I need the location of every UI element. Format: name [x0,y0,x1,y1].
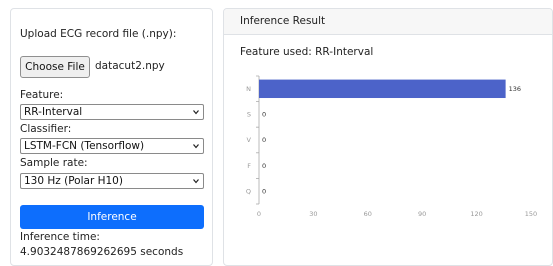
feature-label: Feature: [20,89,64,101]
sample-rate-label: Sample rate: [20,157,88,169]
sample-rate-select-value: 130 Hz (Polar H10) [24,175,123,187]
feature-select-value: RR-Interval [24,106,83,118]
chevron-down-icon [193,110,199,115]
result-panel: Inference Result Feature used: RR-Interv… [223,8,553,266]
chevron-down-icon [193,179,199,184]
x-tick-label: 60 [364,210,372,218]
classifier-label: Classifier: [20,123,72,135]
classifier-select[interactable]: LSTM-FCN (Tensorflow) [20,138,204,154]
inference-time-text: Inference time: 4.9032487869262695 secon… [20,231,184,258]
x-tick-label: 30 [309,210,317,218]
chevron-down-icon [193,144,199,149]
classifier-select-value: LSTM-FCN (Tensorflow) [24,140,145,152]
x-tick-label: 0 [257,210,261,218]
upload-label: Upload ECG record file (.npy): [20,28,177,40]
x-tick-label: 120 [470,210,482,218]
feature-select[interactable]: RR-Interval [20,104,204,120]
choose-file-button[interactable]: Choose File [20,56,90,78]
input-panel: Upload ECG record file (.npy): Choose Fi… [10,8,213,266]
y-tick-label: F [247,162,251,170]
inference-button[interactable]: Inference [20,205,204,229]
bar [259,79,506,99]
bar-value-label: 0 [262,111,266,119]
selected-file-name: datacut2.npy [95,60,165,72]
x-tick-label: 150 [525,210,537,218]
y-tick-label: N [246,85,251,93]
x-tick-label: 90 [418,210,426,218]
y-tick-label: V [247,136,252,144]
y-tick-label: Q [246,187,251,195]
bar-value-label: 0 [262,187,266,195]
bar-value-label: 136 [509,85,521,93]
sample-rate-select[interactable]: 130 Hz (Polar H10) [20,173,204,189]
bar-value-label: 0 [262,136,266,144]
prediction-bar-chart: N 136 S 0 V 0 F 0 Q 0 0 30 60 90 120 150 [246,75,537,218]
bar-value-label: 0 [262,162,266,170]
y-tick-label: S [247,111,251,119]
